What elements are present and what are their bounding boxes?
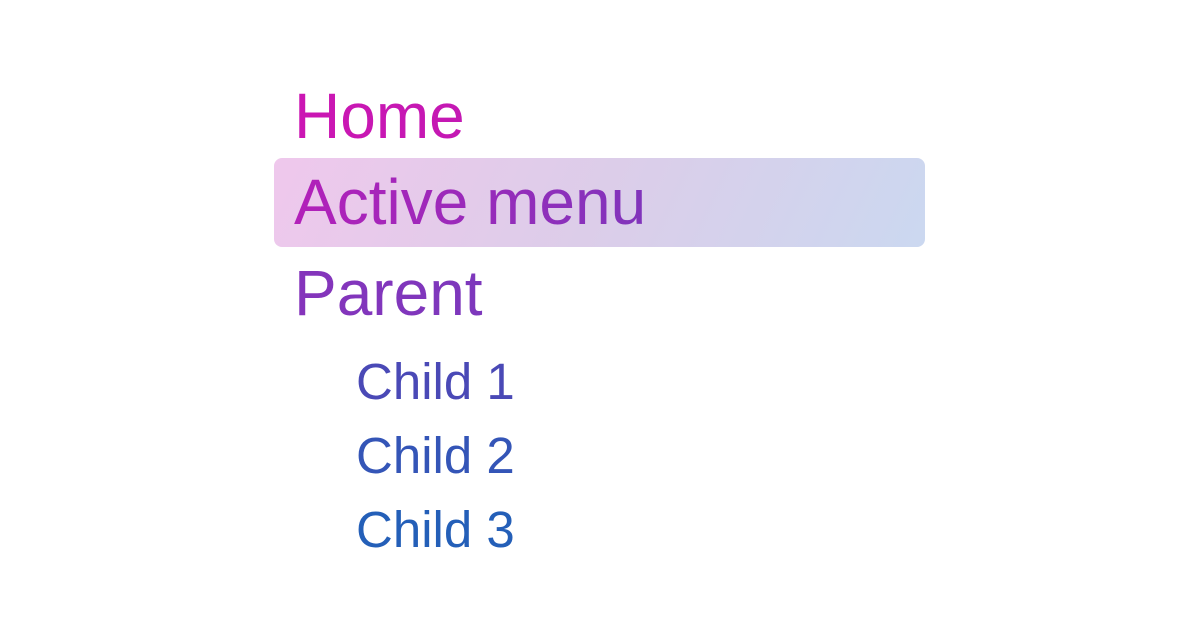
menu-item-child-2[interactable]: Child 2 bbox=[356, 419, 515, 493]
menu-item-parent[interactable]: Parent bbox=[274, 249, 925, 338]
menu-item-child-3[interactable]: Child 3 bbox=[356, 493, 515, 567]
menu-item-home[interactable]: Home bbox=[274, 72, 925, 161]
menu-item-active-menu[interactable]: Active menu bbox=[274, 158, 925, 247]
nav-menu: Home Active menu Parent Child 1 Child 2 … bbox=[274, 72, 925, 572]
menu-item-child-1[interactable]: Child 1 bbox=[356, 345, 515, 419]
